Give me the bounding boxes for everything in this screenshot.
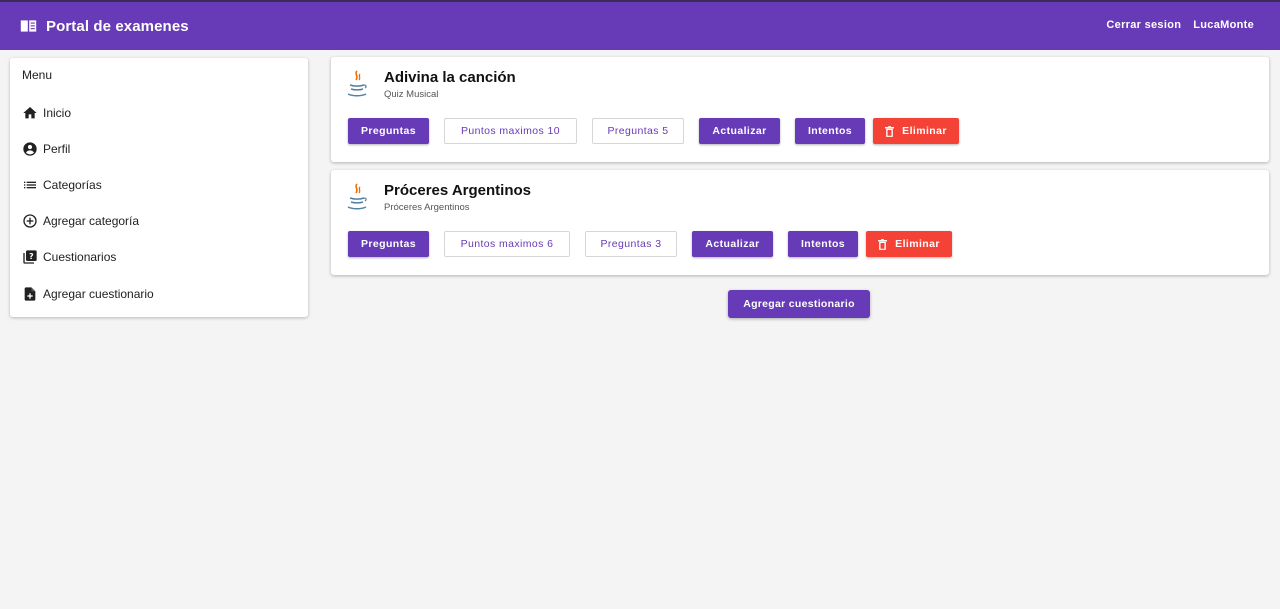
brand: Portal de examenes xyxy=(20,18,189,35)
sidebar: Menu Inicio Perfil Categorías Agregar ca… xyxy=(10,58,308,317)
delete-label: Eliminar xyxy=(895,238,940,250)
account-circle-icon xyxy=(23,142,37,156)
note-add-icon xyxy=(24,287,36,301)
list-icon xyxy=(24,181,36,189)
add-circle-icon xyxy=(23,214,37,228)
quiz-title: Adivina la canción xyxy=(384,69,516,86)
logout-link[interactable]: Cerrar sesion xyxy=(1106,19,1181,31)
sidebar-item-agregar-categoria[interactable]: Agregar categoría xyxy=(22,212,139,230)
sidebar-item-categorias[interactable]: Categorías xyxy=(22,176,102,194)
questions-button[interactable]: Preguntas xyxy=(348,118,429,144)
sidebar-item-perfil[interactable]: Perfil xyxy=(22,140,70,158)
java-logo-icon xyxy=(347,70,367,97)
svg-text:?: ? xyxy=(29,252,34,261)
app-title[interactable]: Portal de examenes xyxy=(46,18,189,35)
quiz-category: Próceres Argentinos xyxy=(384,202,470,213)
quiz-icon: ? xyxy=(23,250,37,264)
sidebar-item-cuestionarios[interactable]: ? Cuestionarios xyxy=(22,248,116,266)
quiz-card: Adivina la canción Quiz Musical Pregunta… xyxy=(331,57,1269,162)
sidebar-item-agregar-cuestionario[interactable]: Agregar cuestionario xyxy=(22,285,154,303)
sidebar-item-label: Agregar categoría xyxy=(43,214,140,228)
username-link[interactable]: LucaMonte xyxy=(1193,19,1254,31)
sidebar-item-label: Cuestionarios xyxy=(43,250,117,264)
sidebar-item-inicio[interactable]: Inicio xyxy=(22,104,71,122)
quiz-title: Próceres Argentinos xyxy=(384,182,531,199)
delete-icon xyxy=(885,125,895,137)
add-quiz-button[interactable]: Agregar cuestionario xyxy=(728,290,870,318)
update-button[interactable]: Actualizar xyxy=(699,118,780,144)
sidebar-item-label: Inicio xyxy=(43,106,72,120)
sidebar-item-label: Categorías xyxy=(43,178,102,192)
question-count-button[interactable]: Preguntas 5 xyxy=(592,118,684,144)
max-points-button[interactable]: Puntos maximos 6 xyxy=(444,231,570,257)
questions-button[interactable]: Preguntas xyxy=(348,231,429,257)
max-points-button[interactable]: Puntos maximos 10 xyxy=(444,118,577,144)
menu-book-icon xyxy=(20,20,37,32)
delete-label: Eliminar xyxy=(902,125,947,137)
delete-button[interactable]: Eliminar xyxy=(866,231,952,257)
home-icon xyxy=(23,107,37,119)
question-count-button[interactable]: Preguntas 3 xyxy=(585,231,677,257)
update-button[interactable]: Actualizar xyxy=(692,231,773,257)
delete-button[interactable]: Eliminar xyxy=(873,118,959,144)
quiz-card: Próceres Argentinos Próceres Argentinos … xyxy=(331,170,1269,275)
java-logo-icon xyxy=(347,183,367,210)
delete-icon xyxy=(878,238,888,250)
sidebar-title: Menu xyxy=(22,68,53,82)
sidebar-item-label: Agregar cuestionario xyxy=(43,287,154,301)
attempts-button[interactable]: Intentos xyxy=(795,118,865,144)
quiz-category: Quiz Musical xyxy=(384,89,439,100)
sidebar-item-label: Perfil xyxy=(43,142,71,156)
attempts-button[interactable]: Intentos xyxy=(788,231,858,257)
top-toolbar: Portal de examenes Cerrar sesion LucaMon… xyxy=(0,0,1280,50)
